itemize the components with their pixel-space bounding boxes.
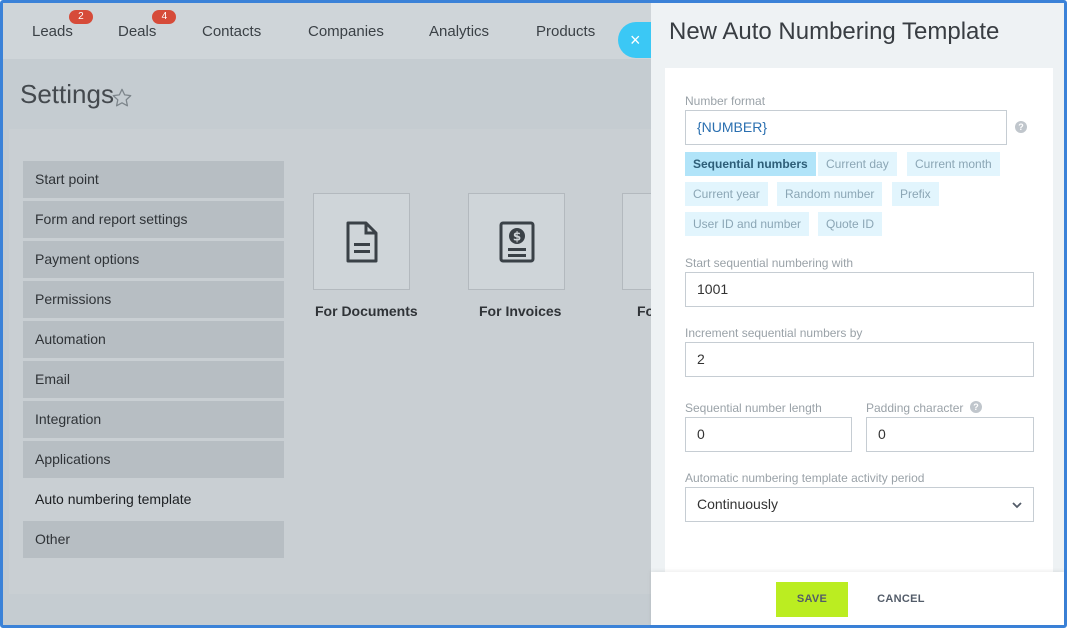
star-icon[interactable] [111,87,133,109]
template-form: Number format {NUMBER} ? Sequential numb… [665,68,1053,573]
menu-item-applications[interactable]: Applications [23,441,284,478]
nav-item-contacts[interactable]: Contacts [202,23,261,40]
menu-item-email[interactable]: Email [23,361,284,398]
start-with-label: Start sequential numbering with [685,256,854,270]
nav-item-companies[interactable]: Companies [308,23,384,40]
tile-for-invoices[interactable]: $ [468,193,565,290]
tile-for-documents[interactable] [313,193,410,290]
activity-period-select[interactable]: Continuously [685,487,1034,522]
nav-item-leads[interactable]: Leads 2 [32,10,93,40]
nav-badge: 4 [152,10,177,24]
panel-footer: SAVE CANCEL [651,572,1064,625]
nav-item-label: Leads [32,23,73,40]
page-title: Settings [20,79,114,109]
menu-item-other[interactable]: Other [23,521,284,558]
tile-label: For Invoices [479,303,562,319]
padding-character-input[interactable]: 0 [866,417,1034,452]
chevron-down-icon [1012,502,1022,509]
nav-item-analytics[interactable]: Analytics [429,23,489,40]
number-length-input[interactable]: 0 [685,417,852,452]
invoice-icon: $ [499,221,535,263]
save-button[interactable]: SAVE [776,582,848,617]
increment-label: Increment sequential numbers by [685,326,863,340]
padding-character-label: Padding character [866,401,964,415]
tile-label: For Documents [315,303,418,319]
menu-item-integration[interactable]: Integration [23,401,284,438]
chip-current-month[interactable]: Current month [907,152,1000,176]
number-format-input[interactable]: {NUMBER} [685,110,1007,145]
activity-period-value: Continuously [697,496,778,512]
start-with-input[interactable]: 1001 [685,272,1034,307]
chip-sequential-numbers[interactable]: Sequential numbers [685,152,816,176]
document-icon [346,221,378,263]
chip-prefix[interactable]: Prefix [892,182,939,206]
menu-item-start-point[interactable]: Start point [23,161,284,198]
menu-item-payment-options[interactable]: Payment options [23,241,284,278]
chip-quote-id[interactable]: Quote ID [818,212,883,236]
chip-current-year[interactable]: Current year [685,182,768,206]
activity-period-label: Automatic numbering template activity pe… [685,471,925,485]
number-length-label: Sequential number length [685,401,822,415]
settings-menu: Start point Form and report settings Pay… [23,161,284,561]
menu-item-automation[interactable]: Automation [23,321,284,358]
menu-item-permissions[interactable]: Permissions [23,281,284,318]
chip-random-number[interactable]: Random number [777,182,883,206]
panel-title: New Auto Numbering Template [669,18,1000,45]
nav-badge: 2 [68,10,93,24]
increment-input[interactable]: 2 [685,342,1034,377]
nav-item-products[interactable]: Products [536,23,595,40]
menu-item-auto-numbering-template[interactable]: Auto numbering template [23,481,284,518]
number-format-label: Number format [685,94,766,108]
help-icon[interactable]: ? [970,401,982,413]
chip-user-id-and-number[interactable]: User ID and number [685,212,810,236]
menu-item-form-report-settings[interactable]: Form and report settings [23,201,284,238]
nav-item-label: Deals [118,23,157,40]
close-icon: × [630,30,641,50]
help-icon[interactable]: ? [1015,121,1027,133]
slider-panel: New Auto Numbering Template Number forma… [651,3,1064,625]
nav-item-deals[interactable]: Deals 4 [118,10,177,40]
cancel-button[interactable]: CANCEL [871,582,931,617]
chip-current-day[interactable]: Current day [818,152,897,176]
svg-text:$: $ [513,230,521,244]
